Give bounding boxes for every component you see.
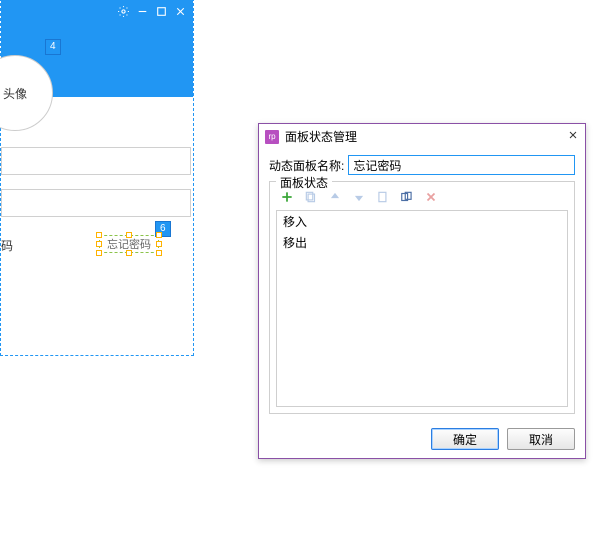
app-icon: rp [265,130,279,144]
resize-handle-w[interactable] [96,241,102,247]
design-canvas: 头像 4 码 6 忘记密码 [0,0,194,356]
resize-handle-e[interactable] [156,241,162,247]
delete-state-button[interactable] [424,190,438,204]
states-legend: 面板状态 [276,174,332,191]
mock-input-2[interactable] [1,189,191,217]
resize-handle-ne[interactable] [156,232,162,238]
panel-name-row: 动态面板名称: [269,155,575,175]
cancel-button[interactable]: 取消 [507,428,575,450]
gear-icon[interactable] [117,5,130,21]
move-up-button[interactable] [328,190,342,204]
dialog-title: 面板状态管理 [285,128,561,145]
minimize-icon[interactable] [136,5,149,21]
move-down-button[interactable] [352,190,366,204]
close-icon[interactable] [174,5,187,21]
resize-handle-nw[interactable] [96,232,102,238]
resize-handle-se[interactable] [156,250,162,256]
dialog-close-button[interactable] [567,129,579,144]
edit-state-button[interactable] [376,190,390,204]
partial-label: 码 [1,237,13,254]
layer-badge-4: 4 [45,39,61,55]
states-toolbar [276,188,568,210]
dialog-footer: 确定 取消 [259,422,585,458]
panel-state-manager-dialog: rp 面板状态管理 动态面板名称: 面板状态 [258,123,586,459]
duplicate-state-button[interactable] [304,190,318,204]
dialog-titlebar[interactable]: rp 面板状态管理 [259,124,585,149]
mock-input-1[interactable] [1,147,191,175]
state-item[interactable]: 移入 [277,211,567,232]
panel-name-input[interactable] [348,155,575,175]
maximize-icon[interactable] [155,5,168,21]
states-list[interactable]: 移入移出 [276,210,568,407]
dialog-body: 动态面板名称: 面板状态 [259,149,585,422]
selected-widget-forgot[interactable]: 忘记密码 [99,235,159,253]
resize-handle-sw[interactable] [96,250,102,256]
panel-name-label: 动态面板名称: [269,157,344,174]
resize-handle-s[interactable] [126,250,132,256]
resize-handle-n[interactable] [126,232,132,238]
states-fieldset: 面板状态 [269,181,575,414]
edit-all-button[interactable] [400,190,414,204]
avatar-label: 头像 [3,85,27,102]
window-controls [117,5,187,21]
ok-button[interactable]: 确定 [431,428,499,450]
state-item[interactable]: 移出 [277,232,567,253]
add-state-button[interactable] [280,190,294,204]
